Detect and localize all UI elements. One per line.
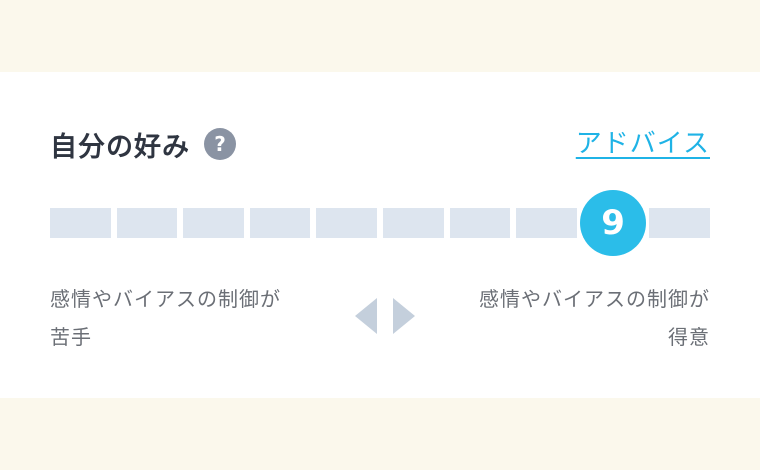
scale-segment-5[interactable] — [316, 208, 377, 238]
scale-segment-6[interactable] — [383, 208, 444, 238]
scale-segment-10[interactable] — [649, 208, 710, 238]
scale-segment-1[interactable] — [50, 208, 111, 238]
scale-segment-3[interactable] — [183, 208, 244, 238]
right-label-line2: 得意 — [668, 325, 710, 349]
advice-link[interactable]: アドバイス — [576, 124, 710, 164]
scale-segment-8[interactable] — [516, 208, 577, 238]
scale-segment-2[interactable] — [116, 208, 178, 238]
help-icon[interactable]: ? — [204, 128, 236, 160]
selected-value-marker[interactable]: 9 — [580, 190, 647, 256]
title-row: 自分の好み ? — [50, 124, 236, 164]
preference-card: 自分の好み ? アドバイス 9 感情やバイアスの制御が 苦手 感情やバイアスの制… — [0, 72, 760, 398]
left-right-arrows-icon — [355, 298, 415, 334]
scale-segment-4[interactable] — [249, 208, 311, 238]
right-label: 感情やバイアスの制御が 得意 — [479, 280, 710, 356]
left-arrow-icon — [355, 298, 377, 334]
left-label-line1: 感情やバイアスの制御が — [50, 287, 281, 311]
preference-scale[interactable]: 9 — [50, 190, 710, 256]
scale-segment-7[interactable] — [449, 208, 511, 238]
right-arrow-icon — [393, 298, 415, 334]
section-title: 自分の好み — [50, 131, 190, 163]
left-label-line2: 苦手 — [50, 325, 92, 349]
right-label-line1: 感情やバイアスの制御が — [479, 287, 710, 311]
left-label: 感情やバイアスの制御が 苦手 — [50, 280, 281, 356]
